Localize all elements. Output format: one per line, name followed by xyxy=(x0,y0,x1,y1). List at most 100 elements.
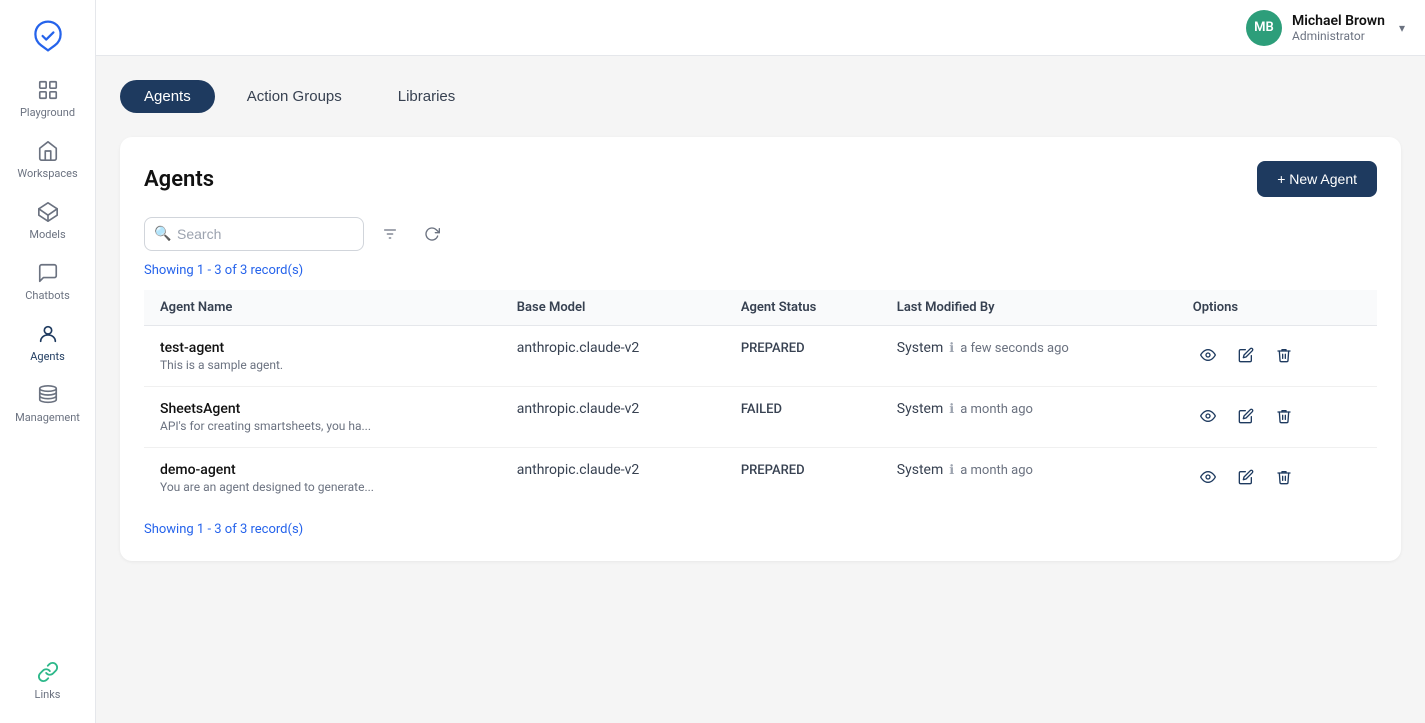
sidebar-item-playground-label: Playground xyxy=(20,106,75,119)
page-title: Agents xyxy=(144,167,214,192)
sidebar-item-management-label: Management xyxy=(15,411,80,424)
agents-table: Agent Name Base Model Agent Status Last … xyxy=(144,290,1377,508)
edit-icon-2 xyxy=(1238,469,1254,485)
sidebar-item-playground[interactable]: Playground xyxy=(0,68,95,129)
edit-button-2[interactable] xyxy=(1231,462,1261,492)
cell-options-0 xyxy=(1177,326,1377,387)
logo xyxy=(24,12,72,60)
view-button-1[interactable] xyxy=(1193,401,1223,431)
agent-desc-1: API's for creating smartsheets, you ha..… xyxy=(160,419,485,433)
table-row: demo-agent You are an agent designed to … xyxy=(144,448,1377,509)
cell-status-2: PREPARED xyxy=(725,448,881,509)
col-options: Options xyxy=(1177,290,1377,326)
cell-options-2 xyxy=(1177,448,1377,509)
delete-button-0[interactable] xyxy=(1269,340,1299,370)
edit-button-1[interactable] xyxy=(1231,401,1261,431)
refresh-icon xyxy=(424,226,440,242)
sidebar-item-management[interactable]: Management xyxy=(0,373,95,434)
sidebar-item-workspaces[interactable]: Workspaces xyxy=(0,129,95,190)
tab-libraries[interactable]: Libraries xyxy=(374,80,480,113)
trash-icon-2 xyxy=(1276,469,1292,485)
sidebar-item-links[interactable]: Links xyxy=(0,650,95,711)
edit-button-0[interactable] xyxy=(1231,340,1261,370)
search-icon: 🔍 xyxy=(154,226,171,242)
content-area: Agents Action Groups Libraries Agents + … xyxy=(96,56,1425,723)
cell-modified-0: System ℹ a few seconds ago xyxy=(881,326,1177,387)
cell-agent-name-1: SheetsAgent API's for creating smartshee… xyxy=(144,387,501,448)
agents-table-body: test-agent This is a sample agent. anthr… xyxy=(144,326,1377,509)
view-button-2[interactable] xyxy=(1193,462,1223,492)
chatbots-icon xyxy=(36,261,60,285)
sidebar-item-models-label: Models xyxy=(29,228,65,241)
table-row: SheetsAgent API's for creating smartshee… xyxy=(144,387,1377,448)
filter-icon xyxy=(382,226,398,242)
search-input-wrap: 🔍 xyxy=(144,217,364,251)
tab-agents[interactable]: Agents xyxy=(120,80,215,113)
sidebar-item-chatbots[interactable]: Chatbots xyxy=(0,251,95,312)
col-last-modified: Last Modified By xyxy=(881,290,1177,326)
cell-agent-name-0: test-agent This is a sample agent. xyxy=(144,326,501,387)
agents-icon xyxy=(36,322,60,346)
agent-name-1: SheetsAgent xyxy=(160,401,485,417)
user-menu[interactable]: MB Michael Brown Administrator ▾ xyxy=(1246,10,1405,46)
agents-panel: Agents + New Agent 🔍 xyxy=(120,137,1401,561)
sidebar: Playground Workspaces Models Chatbots xyxy=(0,0,96,723)
info-icon-0: ℹ xyxy=(949,341,954,356)
sidebar-item-chatbots-label: Chatbots xyxy=(25,289,70,302)
modifier-0: System xyxy=(897,340,943,356)
agent-name-0: test-agent xyxy=(160,340,485,356)
eye-icon-2 xyxy=(1200,469,1216,485)
eye-icon-1 xyxy=(1200,408,1216,424)
table-header: Agent Name Base Model Agent Status Last … xyxy=(144,290,1377,326)
view-button-0[interactable] xyxy=(1193,340,1223,370)
new-agent-button[interactable]: + New Agent xyxy=(1257,161,1377,197)
models-icon xyxy=(36,200,60,224)
sidebar-item-models[interactable]: Models xyxy=(0,190,95,251)
status-badge-0: PREPARED xyxy=(741,341,805,356)
workspaces-icon xyxy=(36,139,60,163)
delete-button-1[interactable] xyxy=(1269,401,1299,431)
user-role: Administrator xyxy=(1292,29,1385,43)
agent-name-2: demo-agent xyxy=(160,462,485,478)
cell-modified-1: System ℹ a month ago xyxy=(881,387,1177,448)
user-text: Michael Brown Administrator xyxy=(1292,13,1385,43)
search-input[interactable] xyxy=(144,217,364,251)
col-agent-status: Agent Status xyxy=(725,290,881,326)
sidebar-item-agents[interactable]: Agents xyxy=(0,312,95,373)
cell-base-model-0: anthropic.claude-v2 xyxy=(501,326,725,387)
filter-button[interactable] xyxy=(374,218,406,250)
refresh-button[interactable] xyxy=(416,218,448,250)
topbar: MB Michael Brown Administrator ▾ xyxy=(96,0,1425,56)
sidebar-item-links-label: Links xyxy=(35,688,61,701)
links-icon xyxy=(36,660,60,684)
cell-modified-2: System ℹ a month ago xyxy=(881,448,1177,509)
eye-icon-0 xyxy=(1200,347,1216,363)
delete-button-2[interactable] xyxy=(1269,462,1299,492)
chevron-down-icon: ▾ xyxy=(1399,21,1405,35)
tab-action-groups[interactable]: Action Groups xyxy=(223,80,366,113)
col-agent-name: Agent Name xyxy=(144,290,501,326)
user-name: Michael Brown xyxy=(1292,13,1385,29)
time-1: a month ago xyxy=(960,402,1033,417)
cell-agent-name-2: demo-agent You are an agent designed to … xyxy=(144,448,501,509)
sidebar-item-workspaces-label: Workspaces xyxy=(17,167,77,180)
modifier-2: System xyxy=(897,462,943,478)
search-bar: 🔍 xyxy=(144,217,1377,251)
edit-icon-1 xyxy=(1238,408,1254,424)
management-icon xyxy=(36,383,60,407)
cell-base-model-1: anthropic.claude-v2 xyxy=(501,387,725,448)
avatar: MB xyxy=(1246,10,1282,46)
status-badge-1: FAILED xyxy=(741,402,782,417)
info-icon-2: ℹ xyxy=(949,463,954,478)
cell-options-1 xyxy=(1177,387,1377,448)
time-2: a month ago xyxy=(960,463,1033,478)
tabs-bar: Agents Action Groups Libraries xyxy=(120,80,1401,113)
status-badge-2: PREPARED xyxy=(741,463,805,478)
record-count-bottom: Showing 1 - 3 of 3 record(s) xyxy=(144,522,1377,537)
trash-icon-1 xyxy=(1276,408,1292,424)
trash-icon-0 xyxy=(1276,347,1292,363)
col-base-model: Base Model xyxy=(501,290,725,326)
main-content: MB Michael Brown Administrator ▾ Agents … xyxy=(96,0,1425,723)
cell-status-0: PREPARED xyxy=(725,326,881,387)
edit-icon-0 xyxy=(1238,347,1254,363)
